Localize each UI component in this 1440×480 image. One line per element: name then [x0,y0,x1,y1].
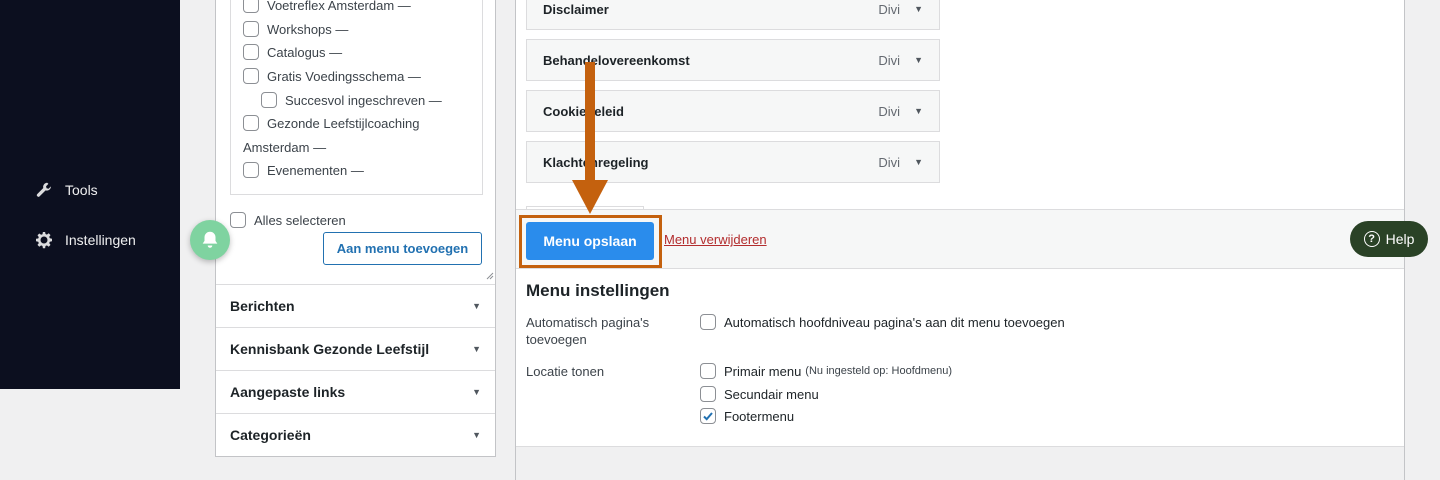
add-to-menu-button[interactable]: Aan menu toevoegen [323,232,482,265]
checkbox[interactable] [243,115,259,131]
accordion-aangepaste-links[interactable]: Aangepaste links ▼ [216,370,495,413]
checkbox[interactable] [243,44,259,60]
question-icon: ? [1363,231,1380,247]
menu-item-cookiebeleid[interactable]: Cookiebeleid Divi ▼ [526,90,940,132]
list-item[interactable]: Workshops — [243,21,348,37]
location-label: Locatie tonen [526,364,605,379]
location-primary-checkbox[interactable] [700,363,716,379]
checkbox[interactable] [243,68,259,84]
checkmark-icon [703,412,713,421]
list-item[interactable]: Evenementen — [243,162,364,178]
admin-menu-settings[interactable]: Instellingen [34,230,136,250]
checkbox[interactable] [243,21,259,37]
resize-grip-icon[interactable] [486,272,494,280]
triangle-down-icon[interactable]: ▼ [914,4,923,14]
auto-add-label: Automatisch pagina's toevoegen [526,315,650,347]
gear-icon [34,230,54,250]
delete-menu-link[interactable]: Menu verwijderen [664,232,767,247]
triangle-down-icon: ▼ [472,387,481,397]
accordion-categorieen[interactable]: Categorieën ▼ [216,413,495,456]
save-bar: Menu opslaan Menu verwijderen [516,209,1404,269]
location-secondary-checkbox[interactable] [700,386,716,402]
admin-menu-tools[interactable]: Tools [34,180,98,200]
add-menu-items-panel: Voetreflex Amsterdam — Workshops — Catal… [215,0,496,457]
select-all-checkbox[interactable] [230,212,246,228]
list-item[interactable]: Voetreflex Amsterdam — [243,0,411,13]
triangle-down-icon: ▼ [472,344,481,354]
list-item[interactable]: Gratis Voedingsschema — [243,68,421,84]
accordion-kennisbank[interactable]: Kennisbank Gezonde Leefstijl ▼ [216,327,495,370]
checkbox[interactable] [261,92,277,108]
auto-add-option[interactable]: Automatisch hoofdniveau pagina's aan dit… [700,314,1065,330]
menu-item-klachtenregeling[interactable]: Klachtenregeling Divi ▼ [526,141,940,183]
checkbox[interactable] [243,162,259,178]
triangle-down-icon[interactable]: ▼ [914,55,923,65]
admin-sidebar: Tools Instellingen [0,0,180,389]
notification-bell-button[interactable] [190,220,230,260]
location-secondary[interactable]: Secundair menu [700,386,819,402]
accordion-berichten[interactable]: Berichten ▼ [216,284,495,327]
location-footer[interactable]: Footermenu [700,408,794,424]
help-button[interactable]: ? Help [1350,221,1428,257]
location-footer-checkbox[interactable] [700,408,716,424]
auto-add-checkbox[interactable] [700,314,716,330]
menu-settings-title: Menu instellingen [526,281,670,300]
panel-footer [516,446,1404,480]
location-primary[interactable]: Primair menu (Nu ingesteld op: Hoofdmenu… [700,363,952,379]
bell-icon [202,231,218,248]
triangle-down-icon: ▼ [472,301,481,311]
select-all[interactable]: Alles selecteren [230,212,346,228]
menu-item-disclaimer[interactable]: Disclaimer Divi ▼ [526,0,940,30]
wrench-icon [34,180,54,200]
triangle-down-icon: ▼ [472,430,481,440]
admin-menu-settings-label: Instellingen [65,232,136,248]
list-item[interactable]: Succesvol ingeschreven — [261,92,442,108]
pages-checklist[interactable]: Voetreflex Amsterdam — Workshops — Catal… [230,0,483,195]
list-item-continuation: Amsterdam — [243,140,327,155]
menu-item-behandelovereenkomst[interactable]: Behandelovereenkomst Divi ▼ [526,39,940,81]
list-item[interactable]: Catalogus — [243,44,342,60]
save-menu-button[interactable]: Menu opslaan [526,222,654,260]
admin-menu-tools-label: Tools [65,182,98,198]
triangle-down-icon[interactable]: ▼ [914,157,923,167]
checkbox[interactable] [243,0,259,13]
list-item[interactable]: Gezonde Leefstijlcoaching [243,115,420,131]
triangle-down-icon[interactable]: ▼ [914,106,923,116]
menu-structure-panel: Disclaimer Divi ▼ Behandelovereenkomst D… [515,0,1405,480]
